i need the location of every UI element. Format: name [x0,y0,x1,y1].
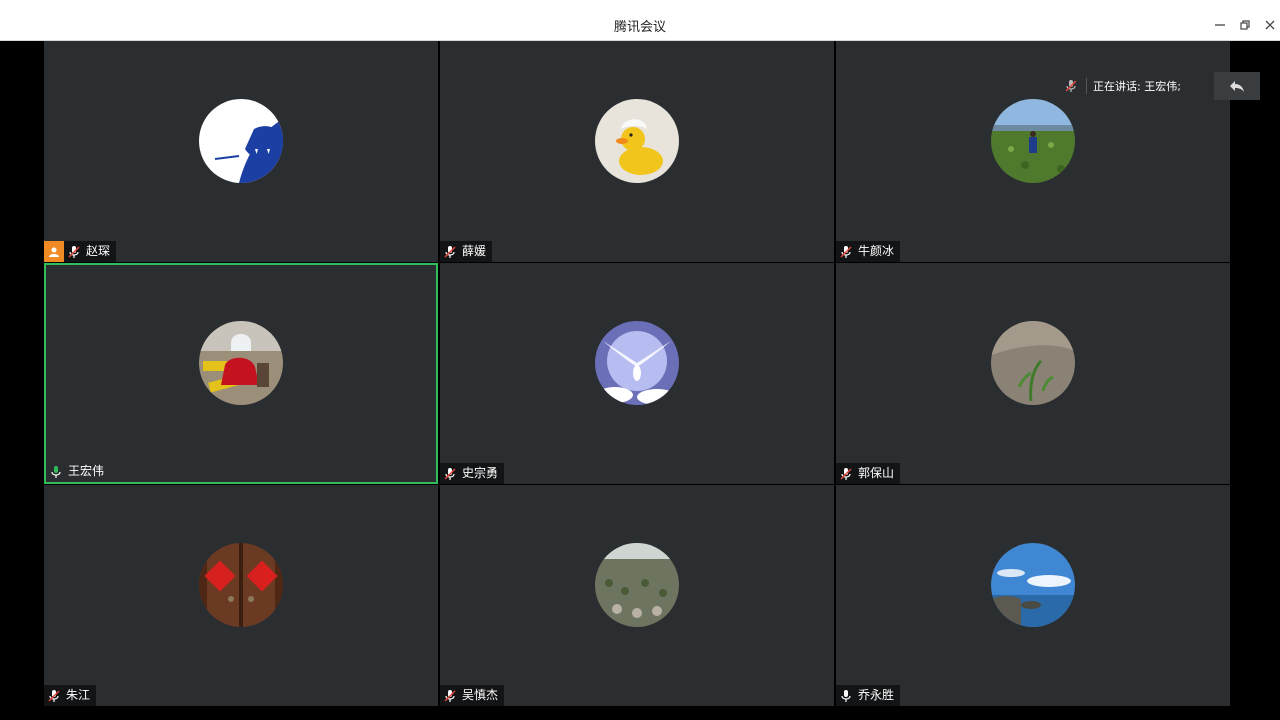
name-tag: 牛颜冰 [836,241,901,262]
window-title: 腾讯会议 [613,20,666,35]
participant-name: 乔永胜 [856,685,901,706]
participant-tile[interactable]: 史宗勇 [440,263,834,484]
name-tag: 乔永胜 [836,685,901,706]
avatar [199,321,283,405]
participant-name: 郭保山 [856,463,901,484]
participant-name: 薛媛 [460,241,493,262]
mic-on-icon [46,461,66,482]
mic-muted-icon [1058,79,1084,93]
name-tag: 朱江 [44,685,97,706]
name-tag: 王宏伟 [46,461,110,482]
mic-muted-icon [836,463,856,484]
collapse-button[interactable] [1214,72,1260,100]
speaking-text: 正在讲话: 王宏伟; [1093,80,1181,93]
name-tag: 郭保山 [836,463,901,484]
mic-muted-icon [44,685,64,706]
mic-muted-icon [440,463,460,484]
mic-muted-icon [836,241,856,262]
restore-button[interactable] [1238,18,1254,34]
participant-name: 史宗勇 [460,463,505,484]
minimize-icon [1215,24,1225,26]
mic-muted-icon [440,685,460,706]
avatar [991,99,1075,183]
avatar [199,543,283,627]
host-icon [49,247,59,257]
minimize-button[interactable] [1213,18,1229,34]
participant-tile[interactable]: 薛媛 [440,41,834,262]
participant-tile[interactable]: 朱江 [44,485,438,706]
avatar [595,99,679,183]
divider [1086,78,1087,94]
close-button[interactable] [1263,18,1279,34]
name-tag: 吴慎杰 [440,685,505,706]
mic-muted-icon [440,241,460,262]
mic-muted-icon [64,241,84,262]
participant-tile[interactable]: 郭保山 [836,263,1230,484]
close-icon [1265,20,1275,30]
name-tag: 赵琛 [44,241,117,262]
avatar [199,99,283,183]
avatar [991,543,1075,627]
participant-name: 王宏伟 [68,464,105,478]
avatar [991,321,1075,405]
participant-name: 牛颜冰 [856,241,901,262]
speaking-indicator: 正在讲话: 王宏伟; [1058,72,1260,100]
participant-tile[interactable]: 吴慎杰 [440,485,834,706]
back-arrow-icon [1230,81,1244,92]
participant-tile[interactable]: 赵琛 [44,41,438,262]
name-tag: 薛媛 [440,241,493,262]
title-bar: 腾讯会议 [0,0,1280,41]
video-grid: 赵琛 薛媛 牛颜冰 王宏伟 史宗勇 郭保山 朱江 吴慎杰 乔永胜 [44,41,1230,720]
avatar [595,543,679,627]
participant-name: 赵琛 [84,241,117,262]
avatar [595,321,679,405]
restore-icon [1240,20,1250,30]
participant-name: 朱江 [64,685,97,706]
participant-name: 吴慎杰 [460,685,505,706]
mic-on-icon [836,685,856,706]
participant-tile-active-speaker[interactable]: 王宏伟 [44,263,438,484]
participant-tile[interactable]: 乔永胜 [836,485,1230,706]
host-badge [44,241,64,262]
name-tag: 史宗勇 [440,463,505,484]
